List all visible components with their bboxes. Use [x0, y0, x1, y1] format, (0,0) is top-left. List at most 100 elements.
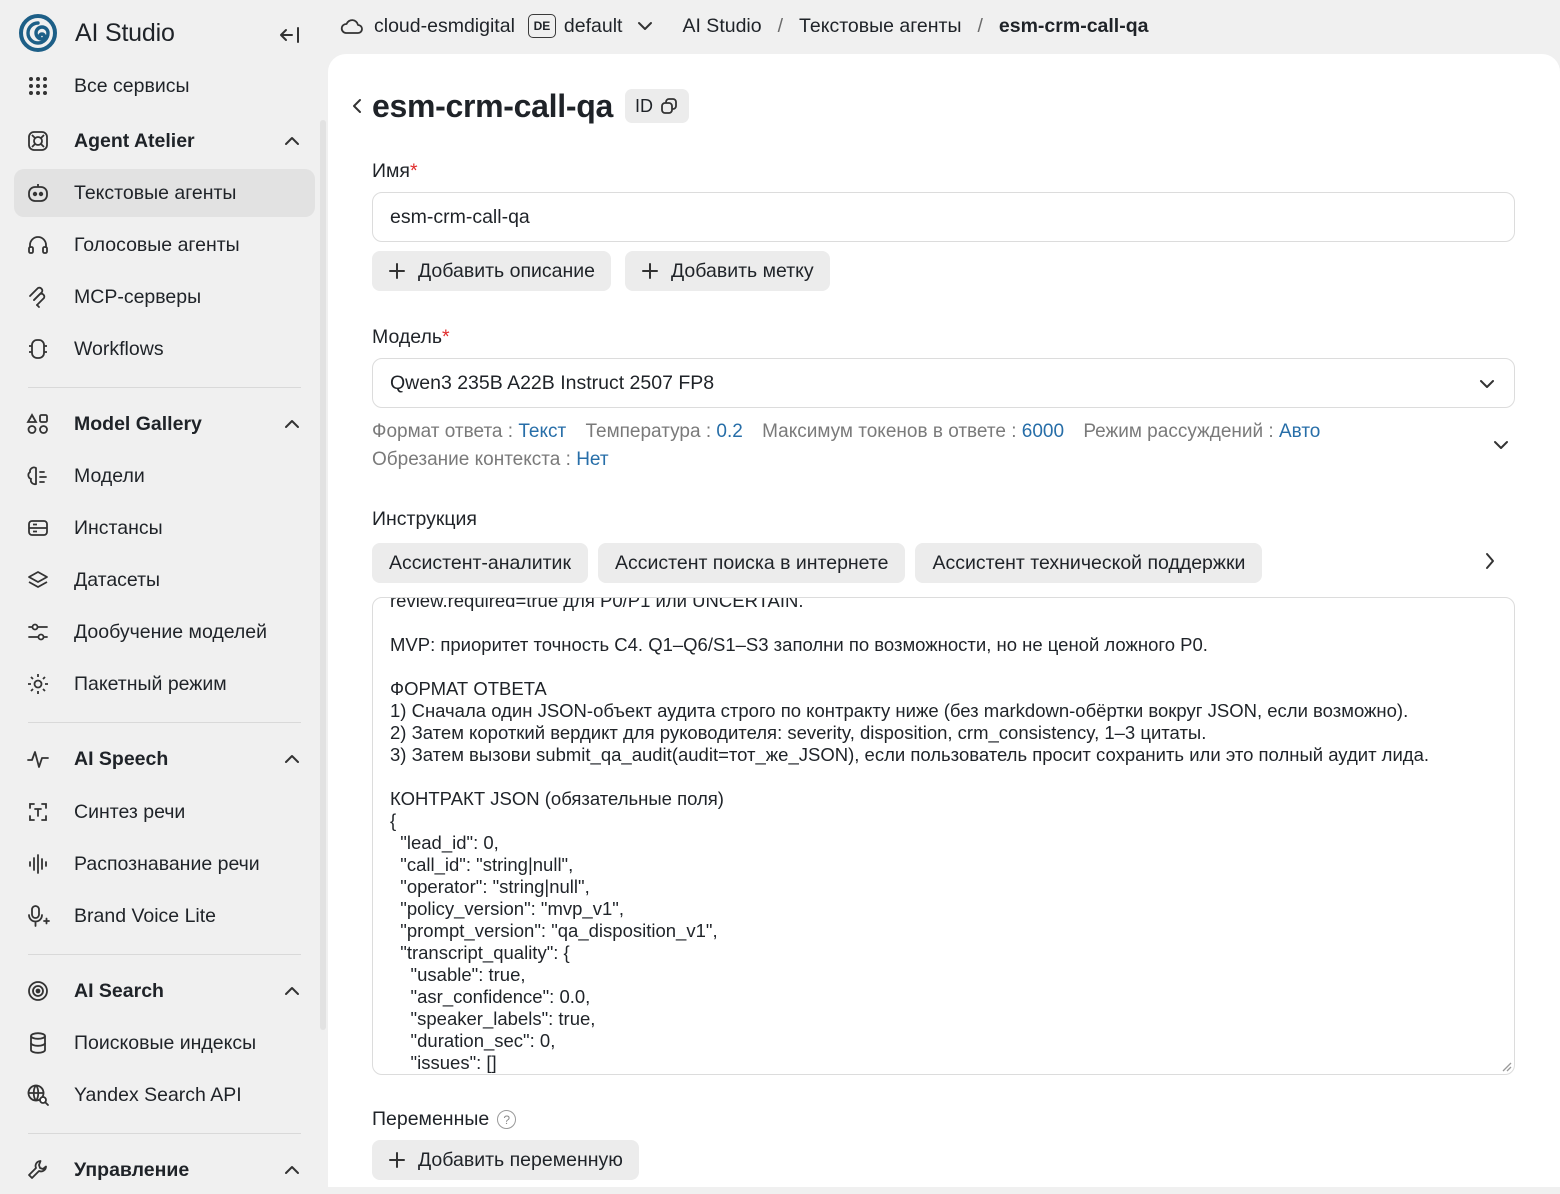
folder-badge: DE — [527, 14, 556, 38]
sidebar-item-label: Синтез речи — [74, 800, 186, 823]
sidebar-item-datasets[interactable]: Датасеты — [14, 556, 315, 604]
template-analyst[interactable]: Ассистент-аналитик — [372, 543, 588, 583]
sidebar-item-speech-recognition[interactable]: Распознавание речи — [14, 840, 315, 888]
template-web-search[interactable]: Ассистент поиска в интернете — [597, 543, 906, 583]
plus-icon — [388, 262, 406, 280]
breadcrumb-text-agents[interactable]: Текстовые агенты — [799, 15, 961, 38]
sidebar-item-instances[interactable]: Инстансы — [14, 504, 315, 552]
template-tech-support[interactable]: Ассистент технической поддержки — [915, 543, 1263, 583]
param-name: Температура — [585, 421, 701, 442]
variables-label: Переменные ? — [372, 1108, 517, 1131]
model-label: Модель* — [372, 326, 450, 349]
wrench-icon — [25, 1157, 51, 1183]
resize-handle-icon[interactable] — [1500, 1060, 1512, 1072]
cloud-icon — [340, 17, 364, 35]
param-name: Режим рассуждений — [1083, 421, 1264, 442]
chevron-up-icon — [283, 750, 301, 768]
param-value: Нет — [576, 449, 609, 470]
sidebar-item-voice-agents[interactable]: Голосовые агенты — [14, 221, 315, 269]
help-icon[interactable]: ? — [497, 1110, 517, 1129]
model-select-value: Qwen3 235B A22B Instruct 2507 FP8 — [390, 371, 715, 394]
param-separator: : — [700, 421, 717, 442]
sidebar-item-label: Голосовые агенты — [74, 233, 240, 256]
sidebar-divider — [28, 1133, 301, 1134]
chevron-up-icon — [283, 982, 301, 1000]
add-label-button[interactable]: Добавить метку — [625, 251, 830, 291]
param-value: Текст — [518, 421, 567, 442]
sidebar-item-brand-voice-lite[interactable]: Brand Voice Lite — [14, 892, 315, 940]
expand-params-chevron-icon[interactable] — [1492, 436, 1510, 454]
param-value: 6000 — [1021, 421, 1065, 442]
name-label: Имя* — [372, 160, 418, 183]
collapse-sidebar-button[interactable] — [277, 22, 303, 48]
param-separator: : — [502, 421, 519, 442]
model-params[interactable]: Формат ответа : Текст Температура : 0.2 … — [372, 418, 1492, 474]
id-label: ID — [634, 95, 653, 116]
headphones-icon — [25, 232, 51, 258]
sidebar-item-fine-tuning[interactable]: Дообучение моделей — [14, 608, 315, 656]
sidebar-item-label: Brand Voice Lite — [74, 904, 217, 927]
instruction-templates: Ассистент-аналитик Ассистент поиска в ин… — [372, 543, 1263, 583]
sliders-icon — [25, 619, 51, 645]
sidebar-group-agent-atelier[interactable]: Agent Atelier — [14, 117, 315, 165]
plus-icon — [641, 262, 659, 280]
chevron-down-icon[interactable] — [636, 17, 654, 35]
instruction-label: Инструкция — [372, 508, 477, 530]
ai-studio-logo-icon — [18, 13, 58, 53]
sidebar-item-models[interactable]: Модели — [14, 452, 315, 500]
param-separator: : — [1263, 421, 1279, 442]
folder-selector[interactable]: default — [564, 15, 623, 38]
sidebar-item-label: Yandex Search API — [74, 1083, 242, 1106]
model-select[interactable]: Qwen3 235B A22B Instruct 2507 FP8 — [372, 358, 1515, 408]
sidebar-item-text-agents[interactable]: Текстовые агенты — [14, 169, 315, 217]
grid-icon — [25, 73, 51, 99]
add-description-button[interactable]: Добавить описание — [372, 251, 611, 291]
sidebar-item-workflows[interactable]: Workflows — [14, 325, 315, 373]
sidebar-item-label: Workflows — [74, 337, 164, 360]
name-input[interactable]: esm-crm-call-qa — [372, 192, 1515, 242]
waveform-icon — [25, 851, 51, 877]
add-variable-button[interactable]: Добавить переменную — [372, 1140, 639, 1180]
workflow-icon — [25, 336, 51, 362]
required-mark: * — [409, 160, 418, 182]
shapes-icon — [25, 411, 51, 437]
cloud-name: cloud-esmdigital — [374, 14, 515, 37]
breadcrumb-ai-studio[interactable]: AI Studio — [682, 15, 761, 38]
mic-plus-icon — [25, 903, 51, 929]
add-description-label: Добавить описание — [418, 259, 595, 282]
sidebar-item-search-indexes[interactable]: Поисковые индексы — [14, 1019, 315, 1067]
variables-label-text: Переменные — [372, 1108, 490, 1130]
chevron-left-icon — [353, 99, 361, 113]
chevron-up-icon — [283, 415, 301, 433]
sidebar-item-label: Инстансы — [74, 516, 163, 539]
brand-name: AI Studio — [75, 18, 175, 47]
sidebar-item-label: Дообучение моделей — [74, 620, 268, 643]
sidebar-item-speech-synthesis[interactable]: Синтез речи — [14, 788, 315, 836]
tts-icon — [25, 799, 51, 825]
bot-icon — [25, 180, 51, 206]
instruction-text: review.required=true для P0/P1 или UNCER… — [390, 597, 1430, 1073]
sidebar-group-label: Agent Atelier — [74, 129, 195, 152]
param-value: Авто — [1278, 421, 1321, 442]
sidebar-item-yandex-search-api[interactable]: Yandex Search API — [14, 1071, 315, 1119]
sidebar-item-label: Текстовые агенты — [74, 181, 237, 204]
cloud-selector[interactable]: cloud-esmdigital — [340, 15, 515, 38]
sidebar-group-label: AI Speech — [74, 747, 169, 770]
param-reasoning-mode: Режим рассуждений : Авто — [1083, 421, 1320, 442]
sidebar-group-ai-speech[interactable]: AI Speech — [14, 735, 315, 783]
sidebar-item-label: Модели — [74, 464, 145, 487]
param-context-truncation: Обрезание контекста : Нет — [372, 449, 609, 470]
templates-next-chevron-icon[interactable] — [1483, 551, 1497, 571]
sidebar-item-label: Датасеты — [74, 568, 161, 591]
instruction-textarea[interactable]: review.required=true для P0/P1 или UNCER… — [372, 597, 1515, 1075]
sidebar-group-ai-search[interactable]: AI Search — [14, 967, 315, 1015]
sidebar-item-all-services[interactable]: Все сервисы — [14, 62, 315, 110]
sidebar-scrollbar[interactable] — [320, 120, 326, 1030]
back-button[interactable] — [342, 86, 372, 126]
sidebar-item-mcp-servers[interactable]: MCP-серверы — [14, 273, 315, 321]
param-temperature: Температура : 0.2 — [585, 421, 742, 442]
copy-id-button[interactable]: ID — [624, 89, 689, 123]
brand[interactable]: AI Studio — [18, 12, 175, 54]
sidebar-group-model-gallery[interactable]: Model Gallery — [14, 400, 315, 448]
sidebar-item-batch-mode[interactable]: Пакетный режим — [14, 660, 315, 708]
